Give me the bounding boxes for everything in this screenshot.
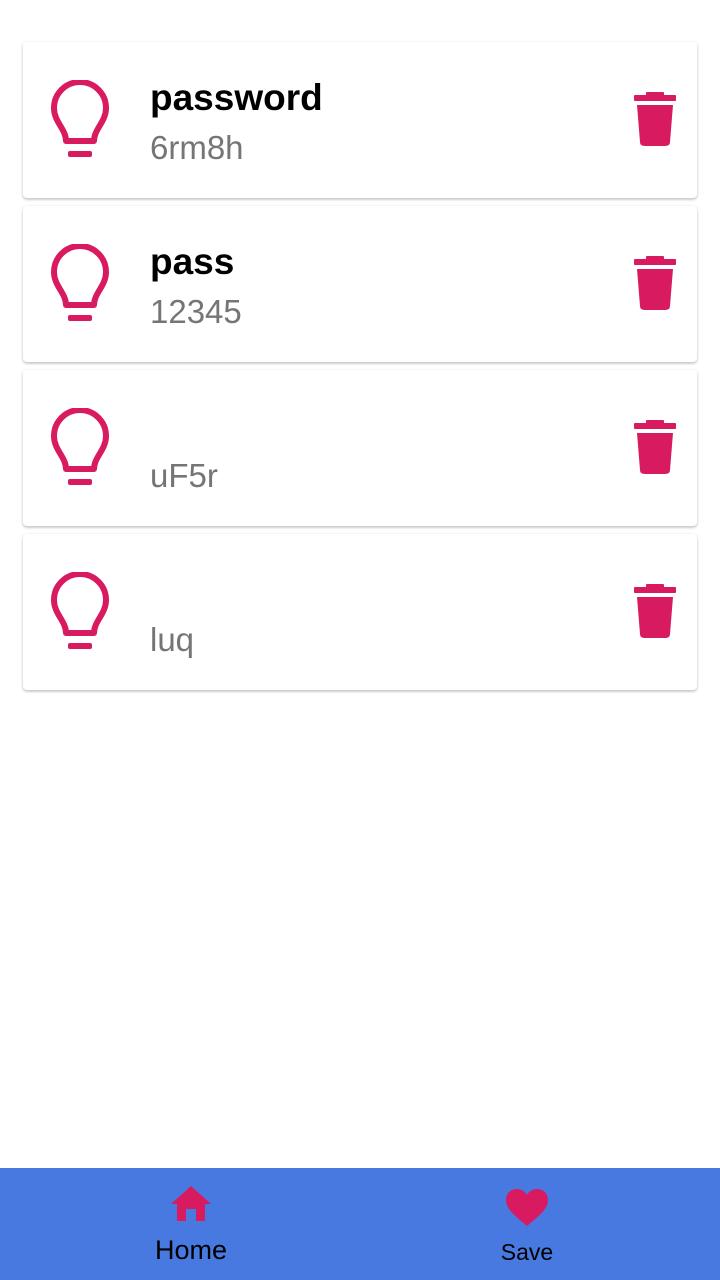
bottom-navigation: Home Save (0, 1168, 720, 1280)
list-item[interactable]: luq (23, 534, 697, 690)
list-item[interactable]: uF5r (23, 370, 697, 526)
lightbulb-icon (51, 408, 109, 488)
lightbulb-icon (51, 80, 109, 160)
trash-icon (627, 580, 683, 642)
list-item[interactable]: pass 12345 (23, 206, 697, 362)
trash-icon (627, 416, 683, 478)
entry-title: password (150, 77, 323, 118)
delete-button[interactable] (627, 416, 683, 478)
lightbulb-icon (51, 572, 109, 652)
list-item[interactable]: password 6rm8h (23, 42, 697, 198)
nav-home-label: Home (154, 1235, 228, 1265)
password-list: password 6rm8h pass 12345 uF5r luq (23, 42, 697, 698)
delete-button[interactable] (627, 252, 683, 314)
entry-value: 12345 (150, 293, 242, 330)
trash-icon (627, 88, 683, 150)
entry-value: uF5r (150, 457, 218, 494)
entry-value: 6rm8h (150, 129, 244, 166)
entry-value: luq (150, 621, 195, 658)
home-icon (169, 1184, 213, 1227)
heart-icon (505, 1188, 549, 1233)
delete-button[interactable] (627, 88, 683, 150)
lightbulb-icon (51, 244, 109, 324)
nav-save-label: Save (500, 1239, 554, 1265)
nav-home[interactable]: Home (91, 1168, 291, 1280)
entry-title: pass (150, 241, 235, 282)
delete-button[interactable] (627, 580, 683, 642)
trash-icon (627, 252, 683, 314)
nav-save[interactable]: Save (427, 1168, 627, 1280)
